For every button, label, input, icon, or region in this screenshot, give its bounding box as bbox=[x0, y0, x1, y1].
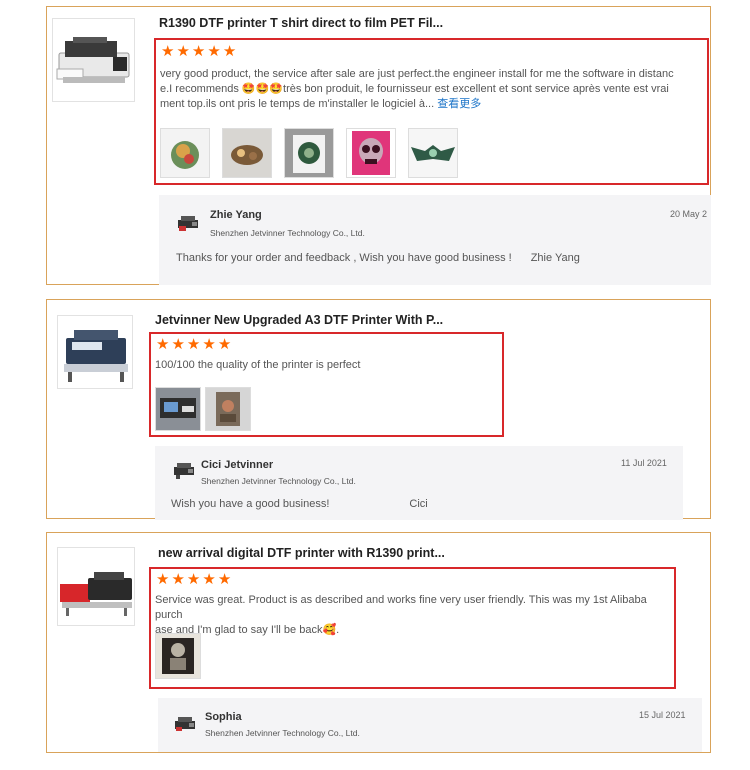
reply-date: 15 Jul 2021 bbox=[639, 710, 686, 720]
review-photo[interactable] bbox=[284, 128, 334, 178]
review-photos bbox=[155, 633, 201, 679]
reply-company: Shenzhen Jetvinner Technology Co., Ltd. bbox=[201, 476, 356, 486]
reply-company: Shenzhen Jetvinner Technology Co., Ltd. bbox=[210, 228, 365, 238]
see-more-link[interactable]: 查看更多 bbox=[437, 98, 481, 110]
review-photos bbox=[155, 387, 251, 431]
star-icon: ★ bbox=[191, 43, 206, 60]
reply-author-name: Sophia bbox=[205, 711, 242, 723]
printer-icon bbox=[60, 572, 132, 616]
star-icon: ★ bbox=[217, 336, 232, 353]
product-thumbnail[interactable] bbox=[57, 315, 133, 389]
review-text: very good product, the service after sal… bbox=[160, 68, 674, 110]
review-card-1: R1390 DTF printer T shirt direct to film… bbox=[46, 6, 711, 285]
star-icon: ★ bbox=[202, 336, 216, 353]
star-icon: ★ bbox=[156, 571, 170, 588]
review-photo[interactable] bbox=[346, 128, 396, 178]
reply-date: 11 Jul 2021 bbox=[621, 458, 667, 468]
review-photo[interactable] bbox=[222, 128, 272, 178]
review-highlight-box: ★ ★ ★ ★ ★ very good product, the service… bbox=[154, 38, 709, 185]
reply-message: Wish you have a good business! Cici bbox=[171, 498, 428, 510]
star-icon: ★ bbox=[171, 336, 185, 353]
reply-author-name: Zhie Yang bbox=[210, 209, 262, 221]
reply-date: 20 May 2 bbox=[670, 209, 708, 219]
review-photo[interactable] bbox=[155, 633, 201, 679]
review-photo[interactable] bbox=[205, 387, 251, 431]
seller-reply: Sophia Shenzhen Jetvinner Technology Co.… bbox=[158, 698, 702, 752]
review-text: Service was great. Product is as describ… bbox=[155, 594, 647, 636]
reply-signature: Zhie Yang bbox=[530, 252, 580, 264]
star-icon: ★ bbox=[176, 43, 190, 60]
star-icon: ★ bbox=[156, 336, 170, 353]
star-icon: ★ bbox=[222, 43, 237, 60]
review-photos bbox=[160, 128, 458, 178]
reply-company: Shenzhen Jetvinner Technology Co., Ltd. bbox=[205, 728, 360, 738]
product-thumbnail[interactable] bbox=[57, 547, 135, 626]
star-icon: ★ bbox=[186, 571, 201, 588]
printer-avatar-icon bbox=[178, 216, 198, 231]
reply-message: Thanks for your order and feedback , Wis… bbox=[176, 252, 580, 264]
review-card-2: Jetvinner New Upgraded A3 DTF Printer Wi… bbox=[46, 299, 711, 520]
product-title[interactable]: Jetvinner New Upgraded A3 DTF Printer Wi… bbox=[155, 313, 443, 327]
printer-avatar-icon bbox=[175, 717, 195, 731]
product-title[interactable]: R1390 DTF printer T shirt direct to film… bbox=[159, 16, 443, 30]
review-photo[interactable] bbox=[160, 128, 210, 178]
review-highlight-box: ★ ★ ★ ★ ★ Service was great. Product is … bbox=[149, 567, 676, 689]
seller-reply: Cici Jetvinner Shenzhen Jetvinner Techno… bbox=[155, 446, 683, 520]
star-icon: ★ bbox=[161, 43, 175, 60]
product-thumbnail[interactable] bbox=[52, 18, 135, 102]
rating-stars: ★ ★ ★ ★ ★ bbox=[156, 572, 231, 587]
review-photo[interactable] bbox=[408, 128, 458, 178]
product-title[interactable]: new arrival digital DTF printer with R13… bbox=[158, 546, 445, 560]
printer-icon bbox=[56, 37, 130, 83]
reply-signature: Cici bbox=[409, 498, 428, 510]
star-icon: ★ bbox=[207, 43, 221, 60]
printer-icon bbox=[64, 330, 128, 382]
review-highlight-box: ★ ★ ★ ★ ★ 100/100 the quality of the pri… bbox=[149, 332, 504, 437]
review-card-3: new arrival digital DTF printer with R13… bbox=[46, 532, 711, 753]
review-text: 100/100 the quality of the printer is pe… bbox=[155, 359, 361, 371]
star-icon: ★ bbox=[171, 571, 185, 588]
review-photo[interactable] bbox=[155, 387, 201, 431]
seller-reply: Zhie Yang Shenzhen Jetvinner Technology … bbox=[159, 195, 711, 285]
rating-stars: ★ ★ ★ ★ ★ bbox=[156, 337, 231, 352]
reply-author-name: Cici Jetvinner bbox=[201, 459, 274, 471]
rating-stars: ★ ★ ★ ★ ★ bbox=[161, 44, 236, 59]
printer-avatar-icon bbox=[174, 463, 194, 479]
star-icon: ★ bbox=[217, 571, 232, 588]
star-icon: ★ bbox=[186, 336, 201, 353]
star-icon: ★ bbox=[202, 571, 216, 588]
